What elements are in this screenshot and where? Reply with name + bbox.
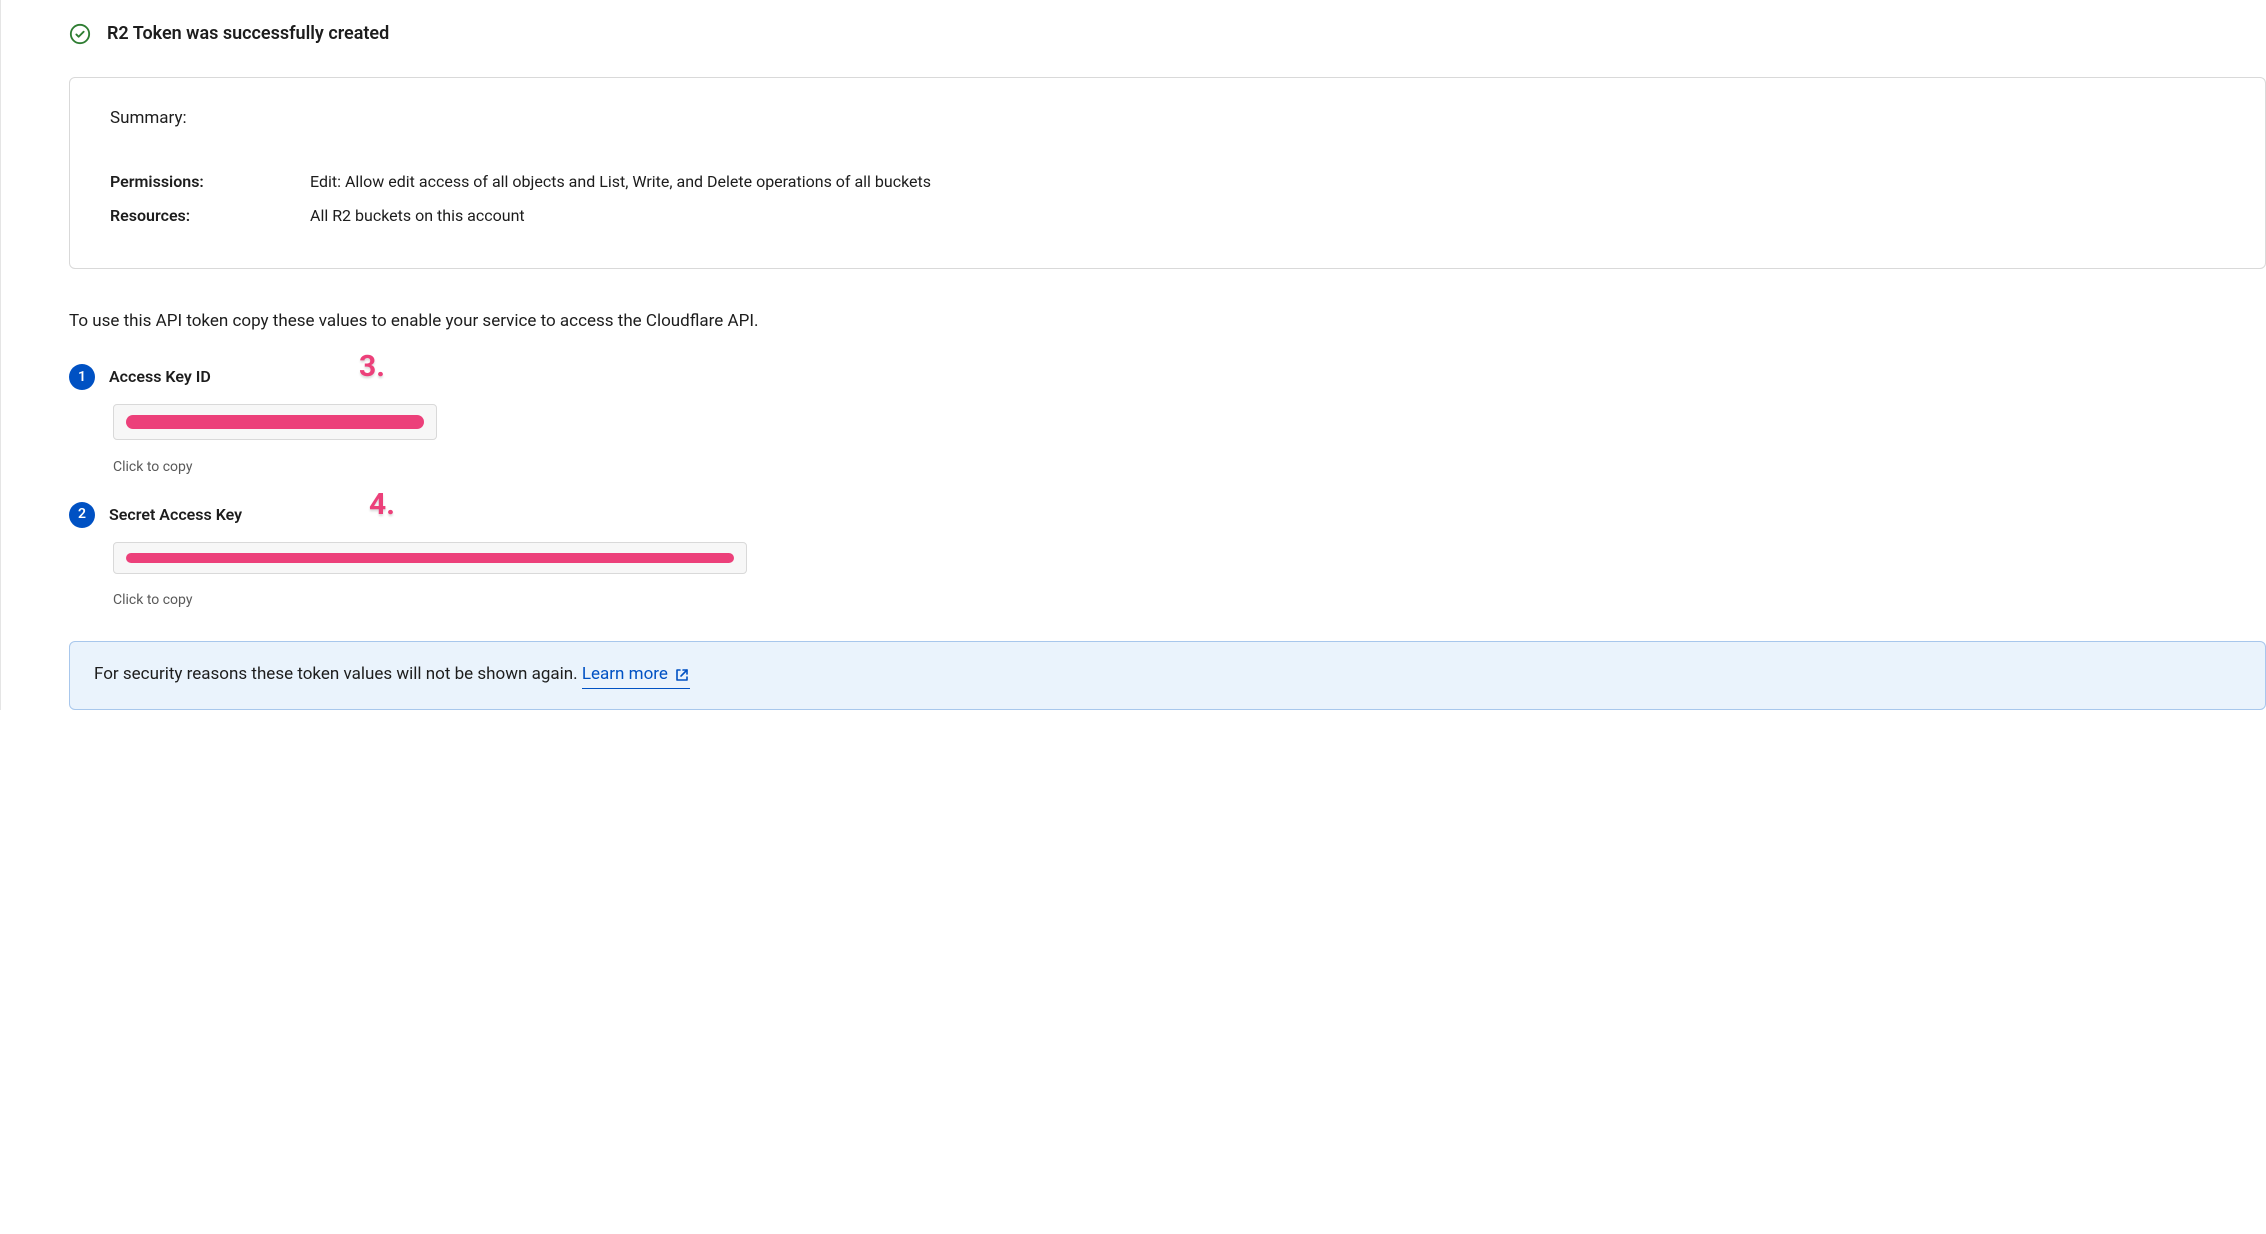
click-to-copy-hint: Click to copy <box>113 590 2266 611</box>
checkmark-circle-icon <box>69 23 91 45</box>
annotation-marker: 3. <box>359 344 385 389</box>
summary-label: Permissions: <box>110 170 310 194</box>
summary-box: Summary: Permissions: Edit: Allow edit a… <box>69 77 2266 269</box>
click-to-copy-hint: Click to copy <box>113 457 2266 478</box>
success-banner: R2 Token was successfully created <box>25 10 2266 77</box>
redacted-value <box>126 553 734 563</box>
key-label: Access Key ID <box>109 365 211 389</box>
key-header: 1 Access Key ID <box>69 364 2266 390</box>
instruction-text: To use this API token copy these values … <box>69 309 2266 335</box>
step-badge: 1 <box>69 364 95 390</box>
security-text: For security reasons these token values … <box>94 664 582 684</box>
summary-row: Permissions: Edit: Allow edit access of … <box>110 170 2225 194</box>
summary-value: Edit: Allow edit access of all objects a… <box>310 170 931 194</box>
annotation-marker: 4. <box>369 482 395 527</box>
summary-row: Resources: All R2 buckets on this accoun… <box>110 204 2225 228</box>
key-label: Secret Access Key <box>109 503 242 527</box>
learn-more-link[interactable]: Learn more <box>582 662 690 689</box>
redacted-value <box>126 415 424 429</box>
secret-access-key-block: 4. 2 Secret Access Key Click to copy <box>69 502 2266 612</box>
secret-access-key-field[interactable] <box>113 542 747 574</box>
step-badge: 2 <box>69 502 95 528</box>
page-content: R2 Token was successfully created Summar… <box>0 0 2266 710</box>
success-message: R2 Token was successfully created <box>107 20 389 47</box>
access-key-id-block: 3. 1 Access Key ID Click to copy <box>69 364 2266 478</box>
external-link-icon <box>674 667 690 683</box>
summary-heading: Summary: <box>110 106 2225 132</box>
access-key-id-field[interactable] <box>113 404 437 440</box>
summary-label: Resources: <box>110 204 310 228</box>
key-header: 2 Secret Access Key <box>69 502 2266 528</box>
learn-more-label: Learn more <box>582 662 668 688</box>
summary-value: All R2 buckets on this account <box>310 204 525 228</box>
security-banner: For security reasons these token values … <box>69 641 2266 710</box>
